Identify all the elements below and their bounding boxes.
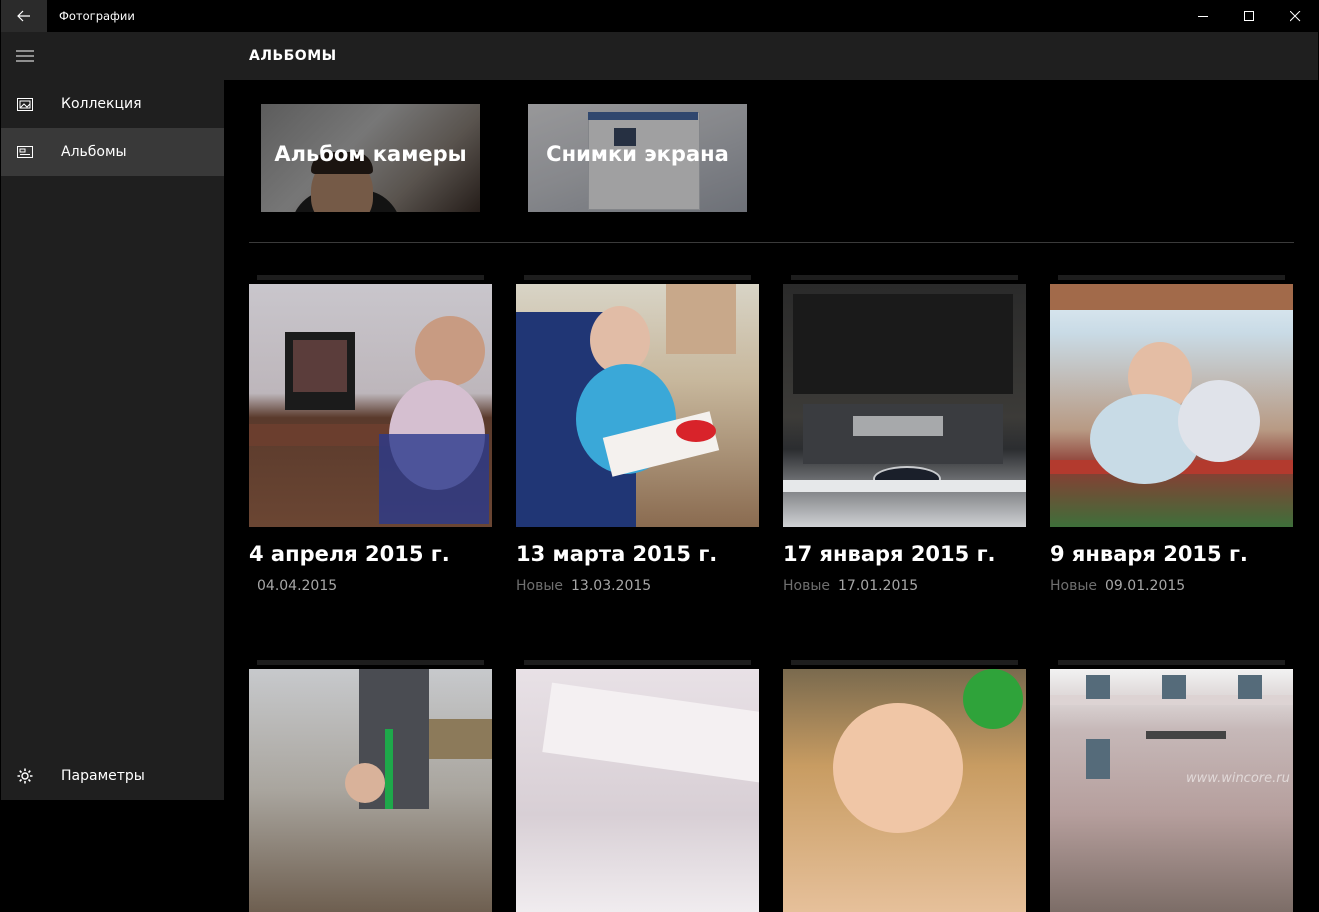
window-shape [1086, 675, 1110, 699]
divider [249, 242, 1294, 243]
event-subtitle: Новые 17.01.2015 [783, 578, 918, 594]
page-title: АЛЬБОМЫ [249, 48, 337, 64]
cabinet-shape [666, 284, 736, 354]
new-tag: Новые [783, 578, 831, 594]
sofa-shape [429, 719, 492, 759]
chair-shape [379, 434, 489, 524]
sidebar: Коллекция Альбомы Параметры [1, 32, 224, 800]
desk-shape [249, 424, 399, 446]
event-photo [783, 669, 1026, 912]
title-bar: Фотографии [0, 0, 1319, 32]
window-shape [1238, 675, 1262, 699]
stack-edge [524, 660, 751, 665]
ball-shape [963, 669, 1023, 729]
watermark: www.wincore.ru [1186, 771, 1290, 786]
balloon-shape [1178, 380, 1260, 462]
stack-edge [1058, 275, 1285, 280]
event-subtitle: Новые 13.03.2015 [516, 578, 651, 594]
sidebar-item-label: Коллекция [61, 96, 142, 112]
event-photo [249, 669, 492, 912]
album-tile-screenshots[interactable]: Снимки экрана [528, 104, 747, 212]
event-date: 09.01.2015 [1105, 578, 1186, 594]
event-date: 17.01.2015 [838, 578, 919, 594]
child-head-shape [415, 316, 485, 386]
toy-handle-shape [385, 729, 393, 809]
event-photo [516, 669, 759, 912]
back-arrow-icon [17, 10, 30, 22]
event-date: 13.03.2015 [571, 578, 652, 594]
event-photo [249, 284, 492, 527]
minimize-button[interactable] [1180, 0, 1226, 32]
event-photo [516, 284, 759, 527]
event-title: 17 января 2015 г. [783, 542, 996, 566]
app-title: Фотографии [59, 9, 135, 23]
crib-shape [1050, 284, 1293, 310]
stack-edge [257, 275, 484, 280]
stack-edge [524, 275, 751, 280]
collection-icon [1, 80, 49, 128]
new-tag: Новые [1050, 578, 1098, 594]
chrome-shape [783, 480, 1026, 492]
window-shape [1162, 675, 1186, 699]
gear-icon [1, 752, 49, 800]
page-header: АЛЬБОМЫ [224, 32, 1318, 80]
hamburger-button[interactable] [1, 32, 49, 80]
album-tile-camera[interactable]: Альбом камеры [261, 104, 480, 212]
stack-edge [257, 660, 484, 665]
sidebar-item-collection[interactable]: Коллекция [1, 80, 224, 128]
event-date: 04.04.2015 [257, 578, 338, 594]
close-icon [1289, 10, 1300, 21]
minimize-icon [1197, 15, 1208, 17]
stack-edge [791, 660, 1018, 665]
engine-shape [793, 294, 1013, 394]
event-photo [1050, 284, 1293, 527]
maximize-icon [1243, 10, 1254, 21]
monitor-screen-shape [293, 340, 347, 392]
sidebar-item-label: Параметры [61, 768, 145, 784]
window-shape [1086, 739, 1110, 779]
event-title: 4 апреля 2015 г. [249, 542, 450, 566]
close-button[interactable] [1272, 0, 1318, 32]
event-title: 13 марта 2015 г. [516, 542, 718, 566]
sidebar-item-albums[interactable]: Альбомы [1, 128, 224, 176]
canopy-shape [1146, 731, 1226, 739]
sofa-shape [542, 682, 759, 786]
hamburger-icon [16, 50, 34, 62]
maximize-button[interactable] [1226, 0, 1272, 32]
sidebar-item-label: Альбомы [61, 144, 127, 160]
albums-icon [1, 128, 49, 176]
sidebar-item-settings[interactable]: Параметры [1, 752, 224, 800]
back-button[interactable] [1, 0, 47, 32]
album-label: Снимки экрана [546, 142, 729, 166]
album-label: Альбом камеры [274, 142, 467, 166]
stack-edge [1058, 660, 1285, 665]
event-photo [783, 284, 1026, 527]
event-subtitle: 04.04.2015 [249, 578, 337, 594]
child-head-shape [345, 763, 385, 803]
new-tag: Новые [516, 578, 564, 594]
latch-shape [853, 416, 943, 436]
event-photo [1050, 669, 1293, 912]
event-title: 9 января 2015 г. [1050, 542, 1248, 566]
baby-face-shape [833, 703, 963, 833]
event-subtitle: Новые 09.01.2015 [1050, 578, 1185, 594]
paint-shape [676, 420, 716, 442]
stack-edge [791, 275, 1018, 280]
